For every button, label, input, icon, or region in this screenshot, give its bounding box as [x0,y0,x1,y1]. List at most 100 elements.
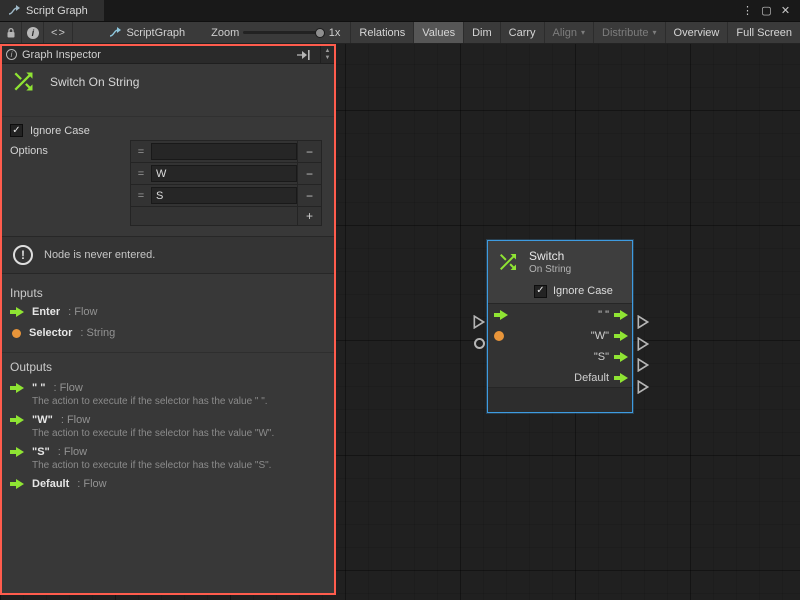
panel-scroll-arrows[interactable]: ▲ ▼ [320,46,334,63]
output-row: "W" : Flow The action to execute if the … [10,414,326,439]
drag-handle-icon[interactable]: = [131,163,151,184]
output-space-connection-stub[interactable] [637,315,649,329]
output-port-default[interactable]: Default [574,372,628,384]
port-label: "S" [594,351,609,363]
input-row-enter: Enter : Flow [10,306,97,318]
output-name: "S" [32,446,50,458]
node-subtitle: On String [529,264,571,275]
overview-button[interactable]: Overview [665,22,728,43]
output-w-connection-stub[interactable] [637,337,649,351]
inspector-toggle-button[interactable]: i [22,22,44,43]
option-row: = S − [131,185,321,207]
drag-handle-icon[interactable]: = [131,141,151,162]
output-line: Default : Flow [10,478,326,490]
output-description: The action to execute if the selector ha… [32,460,326,471]
option-input[interactable]: W [151,165,297,182]
fullscreen-button[interactable]: Full Screen [727,22,800,43]
align-button[interactable]: Align▾ [544,22,593,43]
check-icon: ✓ [12,126,20,136]
output-line: " " : Flow [10,382,326,394]
values-button[interactable]: Values [413,22,463,43]
string-value-port-icon [12,329,21,338]
close-icon: ✕ [781,4,790,17]
flow-arrow-icon [614,331,628,341]
output-port-w[interactable]: "W" [591,330,628,342]
maximize-button[interactable]: ▢ [758,2,775,19]
graph-asset-icon [109,27,121,39]
output-line: "S" : Flow [10,446,326,458]
node-title: Switch [529,249,571,263]
enter-connection-stub[interactable] [473,315,485,329]
ignore-case-checkbox[interactable]: ✓ [10,124,23,137]
relations-button[interactable]: Relations [350,22,413,43]
kebab-icon: ⋮ [742,4,753,17]
lock-button[interactable] [0,22,22,43]
output-default-connection-stub[interactable] [637,380,649,394]
dropdown-arrow-icon: ▾ [581,29,585,37]
output-port-space[interactable]: " " [598,309,628,321]
remove-option-button[interactable]: − [297,141,321,162]
distribute-button[interactable]: Distribute▾ [593,22,664,43]
dock-button[interactable] [292,46,315,63]
selector-port[interactable] [494,331,512,341]
port-label: "W" [591,330,609,342]
output-port-s[interactable]: "S" [594,351,628,363]
output-description: The action to execute if the selector ha… [32,428,326,439]
info-glyph: i [32,28,35,38]
button-label: Overview [674,27,720,39]
code-preview-button[interactable]: <> [44,22,73,43]
dim-button[interactable]: Dim [463,22,500,43]
zoom-label: Zoom [211,22,239,43]
window-menu-button[interactable]: ⋮ [739,2,756,19]
remove-option-button[interactable]: − [297,163,321,184]
flow-arrow-icon [614,352,628,362]
maximize-icon: ▢ [761,4,771,17]
node-ignore-case-label: Ignore Case [553,285,613,297]
button-label: Full Screen [736,27,792,39]
check-icon: ✓ [536,286,544,296]
port-label: Default [574,372,609,384]
selector-connection-stub[interactable] [474,338,485,349]
zoom-value: 1x [329,22,341,43]
button-label: Values [422,27,455,39]
flow-arrow-icon [10,307,24,317]
remove-option-button[interactable]: − [297,185,321,206]
node-ports: " " "W" "S" [488,303,632,387]
graph-breadcrumb[interactable]: ScriptGraph [109,22,185,43]
options-label: Options [10,145,48,157]
outputs-section-title: Outputs [10,360,52,374]
node-ignore-case-checkbox[interactable]: ✓ [534,285,547,298]
input-type: : String [80,327,115,339]
warning-text: Node is never entered. [44,249,155,261]
enter-port[interactable] [494,310,512,320]
dock-icon [297,50,310,60]
output-row: Default : Flow [10,478,326,490]
button-label: Carry [509,27,536,39]
divider [2,116,334,117]
switch-on-string-node[interactable]: Switch On String ✓ Ignore Case " " [487,240,633,413]
output-s-connection-stub[interactable] [637,358,649,372]
port-row: "W" [488,325,632,346]
option-input[interactable]: S [151,187,297,204]
options-list: = − = W − = S − + [130,140,322,226]
scroll-up-icon: ▲ [325,48,331,54]
flow-arrow-icon [494,310,508,320]
switch-icon [10,68,37,95]
drag-handle-icon[interactable]: = [131,185,151,206]
zoom-slider[interactable] [243,22,325,43]
input-type: : Flow [68,306,97,318]
inspected-node-title: Switch On String [50,75,139,89]
input-name: Selector [29,327,72,339]
option-input[interactable] [151,143,297,160]
tab-script-graph[interactable]: Script Graph [0,0,104,21]
warning-glyph: ! [21,248,25,262]
zoom-knob[interactable] [315,28,325,38]
script-graph-icon [8,5,20,17]
node-ignore-case-row: ✓ Ignore Case [488,279,632,303]
carry-button[interactable]: Carry [500,22,544,43]
close-button[interactable]: ✕ [777,2,794,19]
add-option-button[interactable]: + [297,207,321,225]
output-name: " " [32,382,46,394]
output-description: The action to execute if the selector ha… [32,396,326,407]
titlebar: Script Graph ⋮ ▢ ✕ [0,0,800,22]
